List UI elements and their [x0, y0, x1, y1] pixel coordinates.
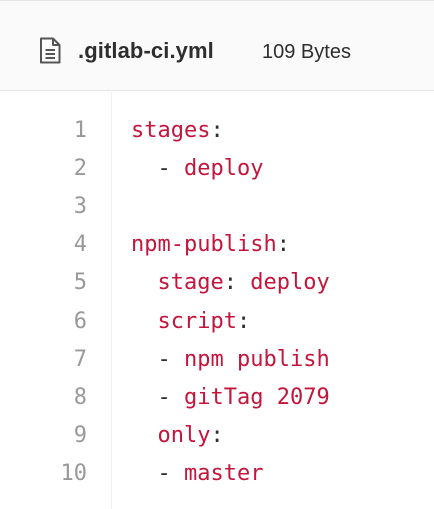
yaml-key: npm-publish: [131, 232, 277, 258]
line-number[interactable]: 1: [0, 112, 87, 150]
yaml-key: script: [157, 308, 237, 334]
file-text-icon: [38, 37, 62, 64]
line-number[interactable]: 8: [0, 379, 87, 417]
file-size: 109 Bytes: [262, 41, 351, 63]
list-dash: -: [157, 156, 184, 182]
code-line: - master: [131, 455, 264, 493]
file-header: .gitlab-ci.yml 109 Bytes: [0, 1, 434, 91]
code-line: only:: [131, 417, 224, 455]
yaml-colon: :: [236, 308, 251, 334]
line-number[interactable]: 5: [0, 264, 87, 302]
line-number[interactable]: 3: [0, 188, 87, 226]
code-line: - gitTag 2079: [131, 379, 330, 417]
yaml-value: master: [184, 460, 264, 486]
code-line: stages:: [131, 112, 224, 150]
yaml-colon: :: [276, 232, 290, 258]
yaml-value: deploy: [184, 156, 264, 182]
line-number[interactable]: 7: [0, 341, 87, 379]
yaml-key: stage: [157, 270, 224, 296]
yaml-value: deploy: [250, 270, 330, 296]
yaml-key: stages: [131, 118, 211, 143]
code-line: - npm publish: [131, 341, 330, 379]
list-dash: -: [157, 346, 184, 372]
code-area: 1 stages: 2 - deploy 3 4 npm-publish: 5 stage:…: [0, 92, 434, 509]
line-number[interactable]: 6: [0, 303, 87, 341]
yaml-colon: :: [210, 118, 224, 143]
code-line: - deploy: [131, 150, 264, 188]
yaml-value: gitTag 2079: [184, 384, 330, 410]
yaml-value: npm publish: [184, 346, 330, 372]
yaml-key: only: [157, 422, 211, 448]
yaml-colon: :: [223, 270, 251, 296]
line-number[interactable]: 10: [0, 455, 88, 493]
line-number[interactable]: 9: [0, 417, 87, 455]
file-viewer: .gitlab-ci.yml 109 Bytes 1 stages: 2 - dep…: [0, 0, 434, 509]
list-dash: -: [157, 460, 184, 486]
line-number[interactable]: 4: [0, 226, 87, 264]
file-name[interactable]: .gitlab-ci.yml: [78, 37, 214, 65]
yaml-colon: :: [210, 422, 224, 448]
line-number[interactable]: 2: [0, 150, 87, 188]
list-dash: -: [157, 384, 184, 410]
code-line: script:: [131, 303, 251, 341]
code-line: npm-publish:: [131, 226, 290, 264]
code-line: stage: deploy: [131, 264, 330, 302]
